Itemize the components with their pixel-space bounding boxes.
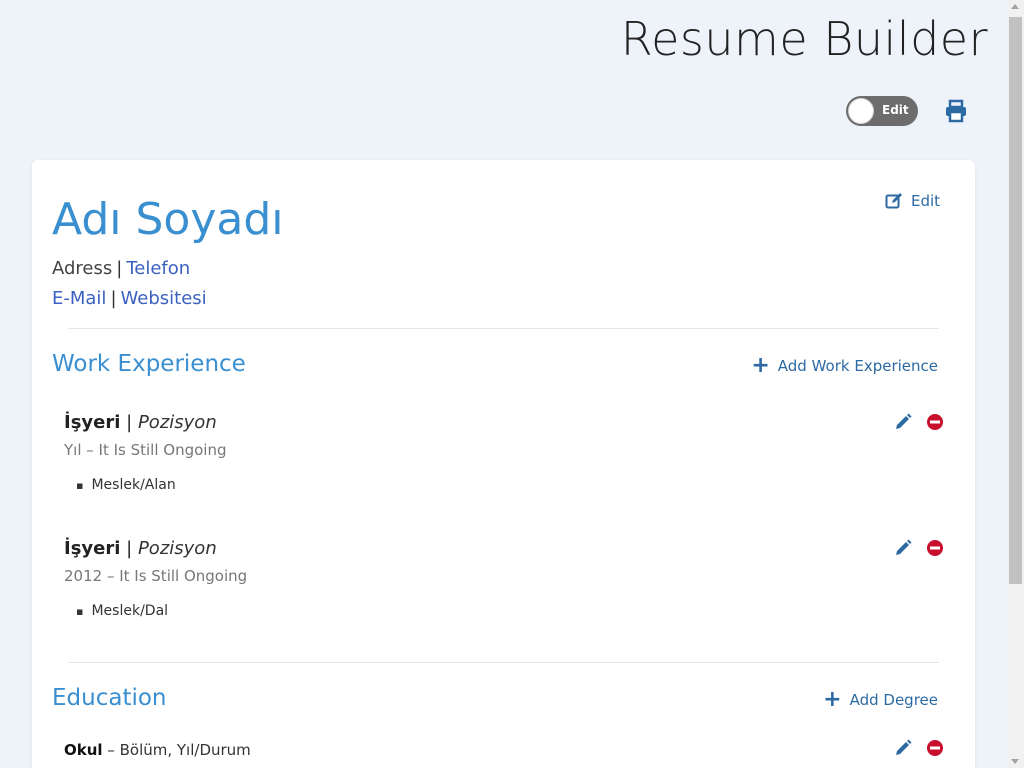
position-name: Pozisyon (137, 412, 217, 433)
remove-icon[interactable] (926, 739, 944, 757)
toggle-knob (848, 98, 874, 124)
add-work-experience-label: Add Work Experience (777, 357, 938, 375)
vertical-scrollbar[interactable] (1007, 0, 1024, 768)
scrollbar-thumb[interactable] (1009, 17, 1022, 584)
toggle-label: Edit (882, 103, 909, 117)
heading-separator: | (126, 412, 133, 433)
work-entry-actions (894, 539, 944, 557)
address-text: Adress (52, 258, 113, 279)
edit-profile-label: Edit (911, 192, 941, 210)
scroll-up-arrow-icon[interactable] (1011, 4, 1019, 9)
email-link[interactable]: E-Mail (52, 288, 106, 309)
edit-profile-button[interactable]: Edit (885, 192, 940, 210)
add-degree-label: Add Degree (849, 691, 938, 709)
pencil-icon[interactable] (894, 739, 912, 757)
employer-name: İşyeri (64, 538, 121, 559)
contact-line-2: E-Mail | Websitesi (52, 288, 207, 309)
website-link[interactable]: Websitesi (121, 288, 207, 309)
full-name: Adı Soyadı (52, 194, 284, 245)
divider (68, 662, 939, 663)
scroll-down-arrow-icon[interactable] (1011, 759, 1019, 764)
remove-icon[interactable] (926, 413, 944, 431)
work-experience-title: Work Experience (52, 351, 246, 377)
add-degree-button[interactable]: + Add Degree (823, 687, 938, 712)
edit-mode-toggle[interactable]: Edit (846, 96, 918, 126)
education-details: – Bölüm, Yıl/Durum (102, 741, 251, 759)
phone-link[interactable]: Telefon (126, 258, 190, 279)
school-name: Okul (64, 741, 103, 759)
work-entry-actions (894, 413, 944, 431)
app-title: Resume Builder (620, 12, 988, 66)
contact-separator: | (110, 288, 117, 309)
education-entry: Okul – Bölüm, Yıl/Durum (64, 741, 251, 759)
education-entry-actions (894, 739, 944, 757)
work-entry-heading: İşyeri | Pozisyon (64, 538, 217, 559)
employer-name: İşyeri (64, 412, 121, 433)
work-period: 2012 – It Is Still Ongoing (64, 567, 248, 585)
divider (68, 328, 939, 329)
plus-icon: + (823, 687, 842, 712)
work-bullet: Meslek/Alan (76, 477, 175, 493)
heading-separator: | (126, 538, 133, 559)
add-work-experience-button[interactable]: + Add Work Experience (751, 353, 938, 378)
contact-separator: | (116, 258, 123, 279)
work-bullet: Meslek/Dal (76, 603, 168, 619)
position-name: Pozisyon (137, 538, 217, 559)
edit-square-icon (885, 193, 902, 209)
remove-icon[interactable] (926, 539, 944, 557)
pencil-icon[interactable] (894, 539, 912, 557)
work-entry-heading: İşyeri | Pozisyon (64, 412, 217, 433)
plus-icon: + (751, 353, 770, 378)
resume-card: Adı Soyadı Edit Adress | Telefon E-Mail | We… (32, 160, 975, 768)
contact-line-1: Adress | Telefon (52, 258, 190, 279)
education-title: Education (52, 685, 167, 711)
work-period: Yıl – It Is Still Ongoing (64, 441, 227, 459)
print-icon[interactable] (944, 99, 968, 123)
pencil-icon[interactable] (894, 413, 912, 431)
